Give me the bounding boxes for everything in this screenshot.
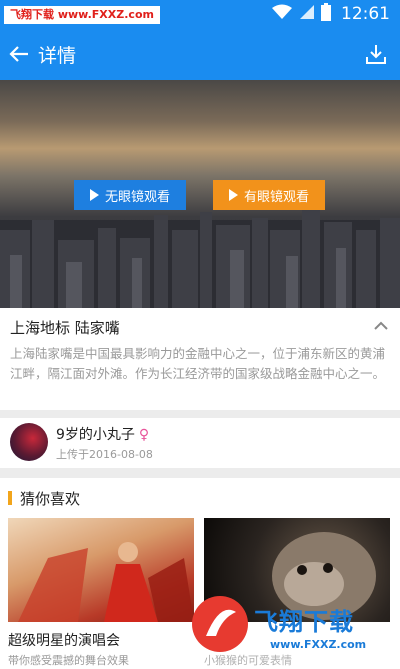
- back-button[interactable]: [2, 28, 36, 80]
- recommend-title: 猜你喜欢: [20, 489, 81, 508]
- description-text: 上海陆家嘴是中国最具影响力的金融中心之一，位于浦东新区的黄浦江畔，隔江面对外滩。…: [10, 346, 386, 381]
- upload-date: 上传于2016-08-08: [56, 448, 153, 461]
- watch-with-glasses-label: 有眼镜观看: [243, 188, 309, 204]
- play-icon: [89, 189, 99, 201]
- author-name: 9岁的小丸子: [56, 427, 135, 443]
- skyline-illustration: [0, 208, 400, 308]
- avatar[interactable]: [10, 423, 48, 461]
- wifi-icon: [271, 4, 293, 24]
- page-title: 详情: [38, 44, 77, 67]
- watch-without-glasses-button[interactable]: 无眼镜观看: [74, 180, 186, 210]
- recommend-card-concert[interactable]: [8, 518, 194, 622]
- download-button[interactable]: [360, 38, 392, 70]
- female-icon: ♀: [138, 427, 150, 443]
- status-bar: 飞翔下载 www.FXXZ.com 12:61: [0, 0, 400, 28]
- download-icon: [366, 45, 386, 64]
- chevron-up-icon: [374, 321, 388, 330]
- status-icons: 12:61: [271, 2, 390, 26]
- arrow-left-icon: [9, 46, 28, 62]
- recommend-card-concert-subtitle: 带你感受震撼的舞台效果: [8, 654, 129, 667]
- author-section[interactable]: 9岁的小丸子 ♀ 上传于2016-08-08: [0, 418, 400, 468]
- description-section: 上海地标 陆家嘴 上海陆家嘴是中国最具影响力的金融中心之一，位于浦东新区的黄浦江…: [0, 308, 400, 410]
- play-icon: [228, 189, 238, 201]
- watch-with-glasses-button[interactable]: 有眼镜观看: [213, 180, 325, 210]
- watermark-logo-icon: [192, 596, 248, 652]
- description-title: 上海地标 陆家嘴: [10, 319, 120, 337]
- watermark-url: www.FXXZ.com: [270, 638, 367, 651]
- author-name-row: 9岁的小丸子 ♀: [56, 424, 149, 444]
- clock: 12:61: [341, 4, 390, 24]
- app-bar: 详情: [0, 28, 400, 80]
- watermark-top: 飞翔下载 www.FXXZ.com: [4, 6, 160, 24]
- accent-bar: [8, 491, 12, 505]
- battery-icon: [321, 3, 331, 25]
- collapse-button[interactable]: [372, 318, 390, 332]
- watch-without-glasses-label: 无眼镜观看: [104, 188, 170, 204]
- recommend-header: 猜你喜欢: [8, 488, 80, 508]
- concert-thumbnail: [18, 542, 194, 622]
- signal-icon: [299, 4, 315, 24]
- recommend-card-concert-title: 超级明星的演唱会: [8, 633, 120, 649]
- hero-image: 无眼镜观看 有眼镜观看: [0, 80, 400, 308]
- watermark-bottom: 飞翔下载 www.FXXZ.com: [192, 596, 398, 666]
- watermark-brand: 飞翔下载: [254, 608, 354, 636]
